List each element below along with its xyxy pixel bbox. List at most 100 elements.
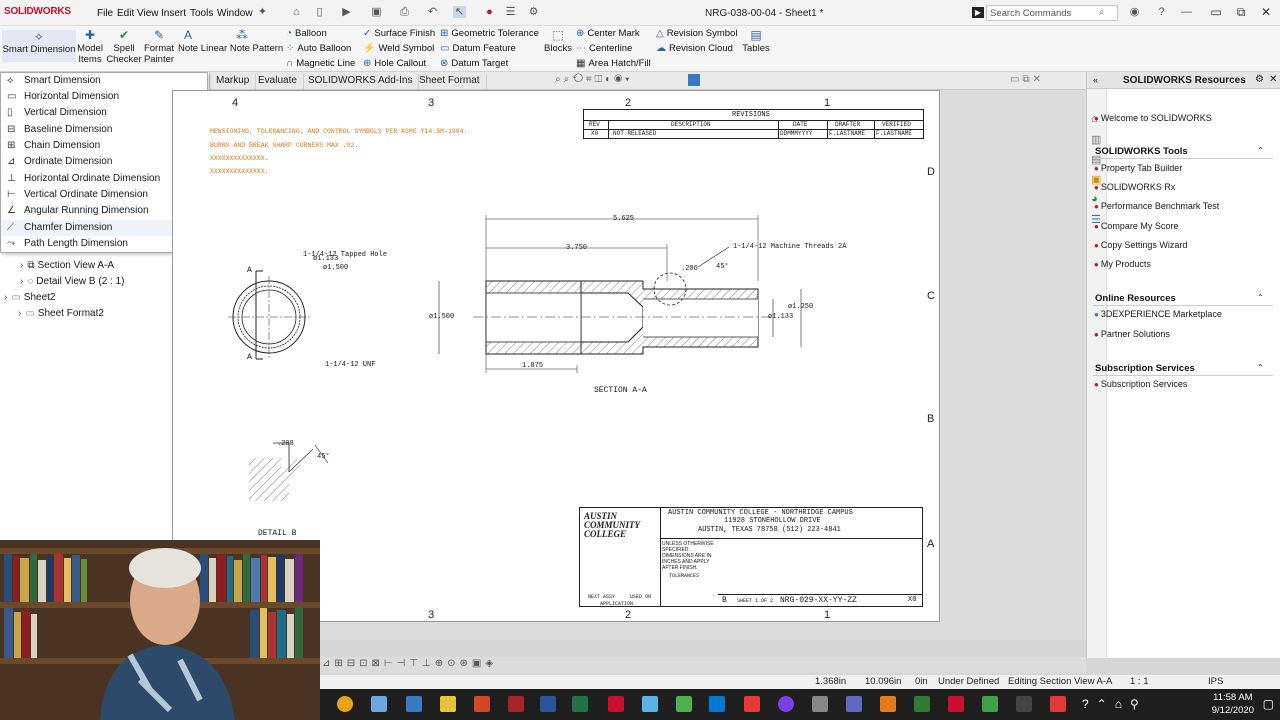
tree-item-sheet-format2[interactable]: › ▭ Sheet Format2	[18, 308, 104, 319]
tool-link[interactable]: ● Compare My Score	[1094, 221, 1178, 231]
app-icon[interactable]	[642, 696, 658, 712]
app-icon[interactable]	[982, 696, 998, 712]
word-icon[interactable]	[540, 696, 556, 712]
user-icon[interactable]: ◉	[1128, 6, 1141, 18]
search-input[interactable]: Search Commands ⌕	[986, 5, 1118, 21]
file-explorer-icon[interactable]	[440, 696, 456, 712]
app-icon[interactable]	[1050, 696, 1066, 712]
excel-icon[interactable]	[572, 696, 588, 712]
area-hatch-button[interactable]: ▦ Area Hatch/Fill	[576, 58, 651, 69]
collapse-icon[interactable]: «	[1093, 75, 1098, 85]
tab-markup[interactable]: Markup	[210, 74, 257, 89]
welcome-link[interactable]: ● Welcome to SOLIDWORKS	[1094, 113, 1212, 123]
save-icon[interactable]: ▣	[370, 6, 383, 18]
tab-sheet-format[interactable]: Sheet Format	[413, 74, 487, 89]
sketch-tools[interactable]: ⊿⊞⊟⊡⊠⊢⊣⊤⊥⊕⊙⊛▣◈	[322, 658, 497, 669]
blocks-button[interactable]: ⬚ Blocks	[543, 29, 573, 54]
print-icon[interactable]: ⎙	[398, 6, 411, 18]
balloon-button[interactable]: ◔ Balloon	[286, 28, 327, 39]
section-view-label[interactable]: SECTION A-A	[594, 386, 647, 395]
app-icon[interactable]	[812, 696, 828, 712]
surface-finish-button[interactable]: ✓ Surface Finish	[363, 28, 435, 39]
view-settings-icon[interactable]	[688, 74, 700, 86]
online-link[interactable]: ● Partner Solutions	[1094, 329, 1170, 339]
menu-window[interactable]: Window	[217, 8, 253, 19]
callout-unf[interactable]: 1-1/4-12 UNF	[325, 361, 375, 369]
undo-icon[interactable]: ↶	[426, 6, 439, 18]
restore-down-icon[interactable]: ⧉	[1233, 5, 1249, 19]
app-icon[interactable]	[914, 696, 930, 712]
calculator-icon[interactable]	[406, 696, 422, 712]
note-button[interactable]: A Note	[176, 29, 200, 54]
tree-item-detail-view[interactable]: › ◌ Detail View B (2 : 1)	[20, 276, 124, 287]
revision-symbol-button[interactable]: △ Revision Symbol	[656, 28, 737, 39]
online-link[interactable]: ● 3DEXPERIENCE Marketplace	[1094, 309, 1222, 319]
dim-3750[interactable]: 3.750	[566, 244, 587, 252]
menu-file[interactable]: File	[97, 8, 113, 19]
geometric-tolerance-button[interactable]: ⊞ Geometric Tolerance	[440, 28, 539, 39]
calculator-icon[interactable]	[846, 696, 862, 712]
tree-item-sheet2[interactable]: › ▭ Sheet2	[4, 292, 56, 303]
restore-icon[interactable]: ▭	[1208, 5, 1224, 19]
hole-callout-button[interactable]: ⊕ Hole Callout	[363, 58, 426, 69]
view-toolbar[interactable]: ⌕⌕⟲⌗◫◐◉▾	[555, 74, 632, 85]
collapse-tools-icon[interactable]: ⌃	[1257, 146, 1264, 155]
tab-evaluate[interactable]: Evaluate	[252, 74, 304, 89]
options-icon[interactable]: ⚙	[527, 6, 540, 18]
window-controls[interactable]: ▭⧉✕	[1010, 74, 1044, 85]
tab-addins[interactable]: SOLIDWORKS Add-Ins	[302, 74, 420, 89]
dim-1875[interactable]: 1.875	[522, 362, 543, 370]
detail-view-label[interactable]: DETAIL B	[258, 529, 296, 538]
detail-dim[interactable]: .208	[277, 440, 294, 448]
close-icon[interactable]: ✕	[1258, 5, 1274, 19]
rebuild-icon[interactable]: ●	[483, 6, 496, 18]
open-icon[interactable]: ▶	[340, 6, 353, 18]
tool-link[interactable]: ● Performance Benchmark Test	[1094, 201, 1219, 211]
minimize-app-icon[interactable]: —	[1180, 6, 1193, 18]
tool-link[interactable]: ● My Products	[1094, 259, 1151, 269]
dim-dia-1500[interactable]: ø1.500	[429, 313, 454, 321]
app-icon[interactable]	[880, 696, 896, 712]
dim-angle[interactable]: 45°	[716, 263, 729, 271]
library-icon[interactable]: ▥	[1091, 133, 1101, 146]
tool-link[interactable]: ● SOLIDWORKS Rx	[1094, 182, 1175, 192]
smart-dimension-button[interactable]: ⟡ Smart Dimension	[2, 30, 76, 62]
center-mark-button[interactable]: ⊕ Center Mark	[576, 28, 640, 39]
dim-end-dia-1133[interactable]: ø1.133	[313, 255, 338, 263]
menu-item-smart-dimension[interactable]: ⟡ Smart Dimension	[2, 73, 207, 89]
status-scale[interactable]: 1 : 1	[1130, 676, 1149, 687]
tool-link[interactable]: ● Copy Settings Wizard	[1094, 240, 1187, 250]
menu-insert[interactable]: Insert	[161, 8, 186, 19]
revision-cloud-button[interactable]: ☁ Revision Cloud	[656, 43, 733, 54]
app-icon[interactable]	[744, 696, 760, 712]
dim-end-dia-1500[interactable]: ø1.500	[323, 264, 348, 272]
tables-button[interactable]: ▤ Tables	[740, 29, 772, 54]
menu-edit[interactable]: Edit	[117, 8, 134, 19]
collapse-subs-icon[interactable]: ⌃	[1257, 363, 1264, 372]
app-icon[interactable]	[1016, 696, 1032, 712]
subscription-link[interactable]: ● Subscription Services	[1094, 379, 1187, 389]
dim-overall-length[interactable]: 5.625	[613, 215, 634, 223]
dim-dia-1133[interactable]: ø1.133	[768, 313, 793, 321]
centerline-button[interactable]: ⋯ Centerline	[576, 43, 632, 54]
select-icon[interactable]: ↖	[453, 6, 466, 18]
settings-icon[interactable]: ⚙	[1255, 74, 1264, 85]
app-icon[interactable]	[676, 696, 692, 712]
new-document-icon[interactable]: ▯	[313, 6, 326, 18]
datum-feature-button[interactable]: ▭ Datum Feature	[440, 43, 516, 54]
dim-dia-1250[interactable]: ø1.250	[788, 303, 813, 311]
dim-206[interactable]: .206	[681, 265, 698, 273]
tool-link[interactable]: ● Property Tab Builder	[1094, 163, 1182, 173]
datum-target-button[interactable]: ⊗ Datum Target	[440, 58, 508, 69]
clock[interactable]: 11:58 AM 9/12/2020	[1212, 691, 1254, 717]
notifications-icon[interactable]: ▢	[1263, 697, 1274, 711]
linear-note-pattern-button[interactable]: ⁂ Linear Note Pattern	[200, 29, 284, 54]
outlook-icon[interactable]	[709, 696, 725, 712]
detail-angle[interactable]: 45°	[317, 453, 330, 461]
powerpoint-icon[interactable]	[474, 696, 490, 712]
weld-symbol-button[interactable]: ⚡ Weld Symbol	[363, 43, 434, 54]
format-painter-button[interactable]: ✎ Format Painter	[142, 29, 176, 65]
collapse-online-icon[interactable]: ⌃	[1257, 293, 1264, 302]
spell-checker-button[interactable]: ✔ Spell Checker	[106, 29, 142, 65]
magnetic-line-button[interactable]: ∩ Magnetic Line	[286, 58, 355, 69]
